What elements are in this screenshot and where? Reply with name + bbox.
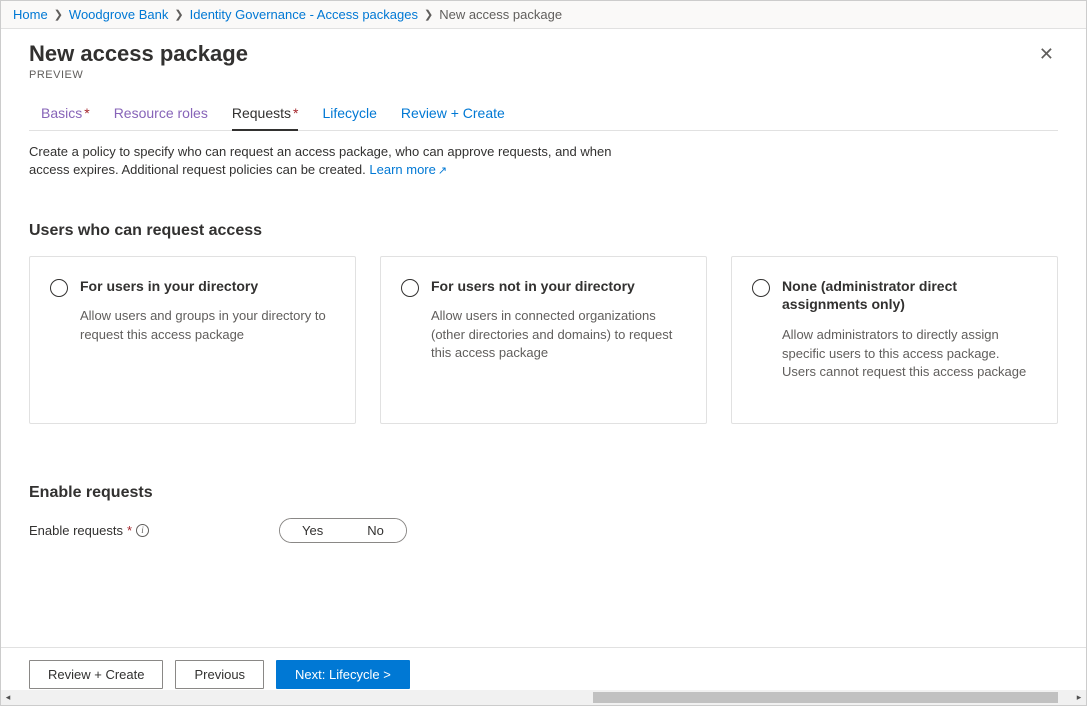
learn-more-label: Learn more xyxy=(369,162,435,177)
chevron-right-icon: ❯ xyxy=(174,8,183,21)
tab-review-create[interactable]: Review + Create xyxy=(401,105,505,130)
enable-requests-label: Enable requests * i xyxy=(29,523,279,538)
horizontal-scrollbar[interactable]: ◂ ▸ xyxy=(1,690,1086,705)
chevron-right-icon: ❯ xyxy=(424,8,433,21)
card-users-in-directory[interactable]: For users in your directory Allow users … xyxy=(29,256,356,424)
required-asterisk: * xyxy=(84,105,89,121)
close-icon[interactable]: ✕ xyxy=(1035,41,1058,67)
breadcrumb: Home ❯ Woodgrove Bank ❯ Identity Governa… xyxy=(1,1,1086,29)
tab-lifecycle[interactable]: Lifecycle xyxy=(322,105,376,130)
enable-requests-toggle: Yes No xyxy=(279,518,407,543)
tab-basics[interactable]: Basics* xyxy=(41,105,90,130)
tab-basics-label: Basics xyxy=(41,105,82,121)
card-title: For users not in your directory xyxy=(431,277,686,296)
card-users-not-in-directory[interactable]: For users not in your directory Allow us… xyxy=(380,256,707,424)
card-desc: Allow users and groups in your directory… xyxy=(80,307,335,343)
card-none-admin-only[interactable]: None (administrator direct assignments o… xyxy=(731,256,1058,424)
info-icon[interactable]: i xyxy=(136,524,149,537)
toggle-yes[interactable]: Yes xyxy=(280,519,345,542)
scroll-left-icon[interactable]: ◂ xyxy=(1,690,15,705)
enable-requests-label-text: Enable requests xyxy=(29,523,123,538)
request-type-cards: For users in your directory Allow users … xyxy=(29,256,1058,424)
card-desc: Allow users in connected organizations (… xyxy=(431,307,686,362)
scroll-track[interactable] xyxy=(15,690,1072,705)
toggle-no[interactable]: No xyxy=(345,519,406,542)
tab-requests-label: Requests xyxy=(232,105,291,121)
chevron-right-icon: ❯ xyxy=(54,8,63,21)
required-asterisk: * xyxy=(293,105,298,121)
policy-description-text: Create a policy to specify who can reque… xyxy=(29,144,611,177)
tab-bar: Basics* Resource roles Requests* Lifecyc… xyxy=(29,85,1058,131)
section-heading-enable: Enable requests xyxy=(29,484,1058,502)
external-link-icon: ↗ xyxy=(438,165,447,177)
policy-description: Create a policy to specify who can reque… xyxy=(29,143,649,180)
card-desc: Allow administrators to directly assign … xyxy=(782,326,1037,381)
tab-requests[interactable]: Requests* xyxy=(232,105,299,131)
breadcrumb-link-home[interactable]: Home xyxy=(13,7,48,22)
card-title: For users in your directory xyxy=(80,277,335,296)
breadcrumb-current: New access package xyxy=(439,7,562,22)
previous-button[interactable]: Previous xyxy=(175,660,264,689)
review-create-button[interactable]: Review + Create xyxy=(29,660,163,689)
radio-users-in-directory[interactable] xyxy=(50,279,68,297)
radio-users-not-in-directory[interactable] xyxy=(401,279,419,297)
tab-resource-roles[interactable]: Resource roles xyxy=(114,105,208,130)
required-asterisk: * xyxy=(127,523,132,538)
page-title: New access package xyxy=(29,41,248,67)
scroll-thumb[interactable] xyxy=(593,692,1058,703)
card-title: None (administrator direct assignments o… xyxy=(782,277,1037,315)
preview-label: PREVIEW xyxy=(29,69,248,81)
footer-actions: Review + Create Previous Next: Lifecycle… xyxy=(1,647,1086,689)
breadcrumb-link-governance[interactable]: Identity Governance - Access packages xyxy=(190,7,418,22)
next-button[interactable]: Next: Lifecycle > xyxy=(276,660,410,689)
section-heading-users: Users who can request access xyxy=(29,222,1058,240)
learn-more-link[interactable]: Learn more↗ xyxy=(369,162,447,177)
scroll-right-icon[interactable]: ▸ xyxy=(1072,690,1086,705)
breadcrumb-link-woodgrove[interactable]: Woodgrove Bank xyxy=(69,7,169,22)
radio-none-admin-only[interactable] xyxy=(752,279,770,297)
